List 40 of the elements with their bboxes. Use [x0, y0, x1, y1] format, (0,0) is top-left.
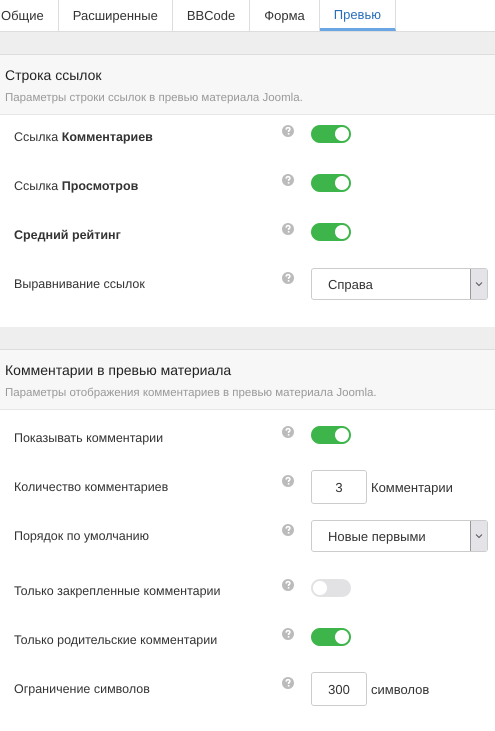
section-title: Комментарии в превью материала [5, 362, 232, 378]
section-title: Строка ссылок [5, 67, 103, 83]
field-label: Ссылка Просмотров [14, 179, 140, 193]
toggle-switch[interactable] [311, 426, 351, 444]
field-label: Ограничение символов [14, 682, 151, 696]
help-icon[interactable] [282, 223, 294, 235]
toggle-switch[interactable] [311, 125, 351, 143]
help-icon[interactable] [282, 628, 294, 640]
dropdown[interactable]: Новые первыми [311, 520, 488, 552]
field-label: Средний рейтинг [14, 228, 122, 242]
help-icon[interactable] [282, 426, 294, 438]
chevron-down-icon [470, 521, 487, 551]
help-icon[interactable] [282, 579, 294, 591]
chevron-down-icon [470, 269, 487, 299]
section-description: Параметры отображения комментариев в превью материала Joomla. [5, 387, 378, 399]
help-icon[interactable] [282, 125, 294, 137]
field-label: Порядок по умолчанию [14, 529, 150, 543]
field-label: Только родительские комментарии [14, 633, 218, 647]
unit-label: Комментарии [371, 480, 453, 494]
tab[interactable]: Общие [0, 0, 59, 31]
field-label: Только закрепленные комментарии [14, 584, 222, 598]
section-description: Параметры строки ссылок в превью материала Joomla. [5, 92, 304, 104]
toggle-switch[interactable] [311, 223, 351, 241]
field-label: Выравнивание ссылок [14, 277, 146, 291]
number-field[interactable]: 3 [311, 470, 367, 504]
toggle-switch[interactable] [311, 174, 351, 192]
help-icon[interactable] [282, 272, 294, 284]
field-label: Ссылка Комментариев [14, 130, 154, 144]
field-label: Количество комментариев [14, 480, 170, 494]
help-icon[interactable] [282, 174, 294, 186]
number-field[interactable]: 300 [311, 672, 367, 706]
tab[interactable]: Превью [320, 0, 396, 31]
help-icon[interactable] [282, 524, 294, 536]
help-icon[interactable] [282, 475, 294, 487]
dropdown[interactable]: Справа [311, 268, 488, 300]
toggle-switch[interactable] [311, 579, 351, 597]
unit-label: символов [371, 682, 430, 696]
toggle-switch[interactable] [311, 628, 351, 646]
help-icon[interactable] [282, 677, 294, 689]
field-label: Показывать комментарии [14, 431, 164, 445]
